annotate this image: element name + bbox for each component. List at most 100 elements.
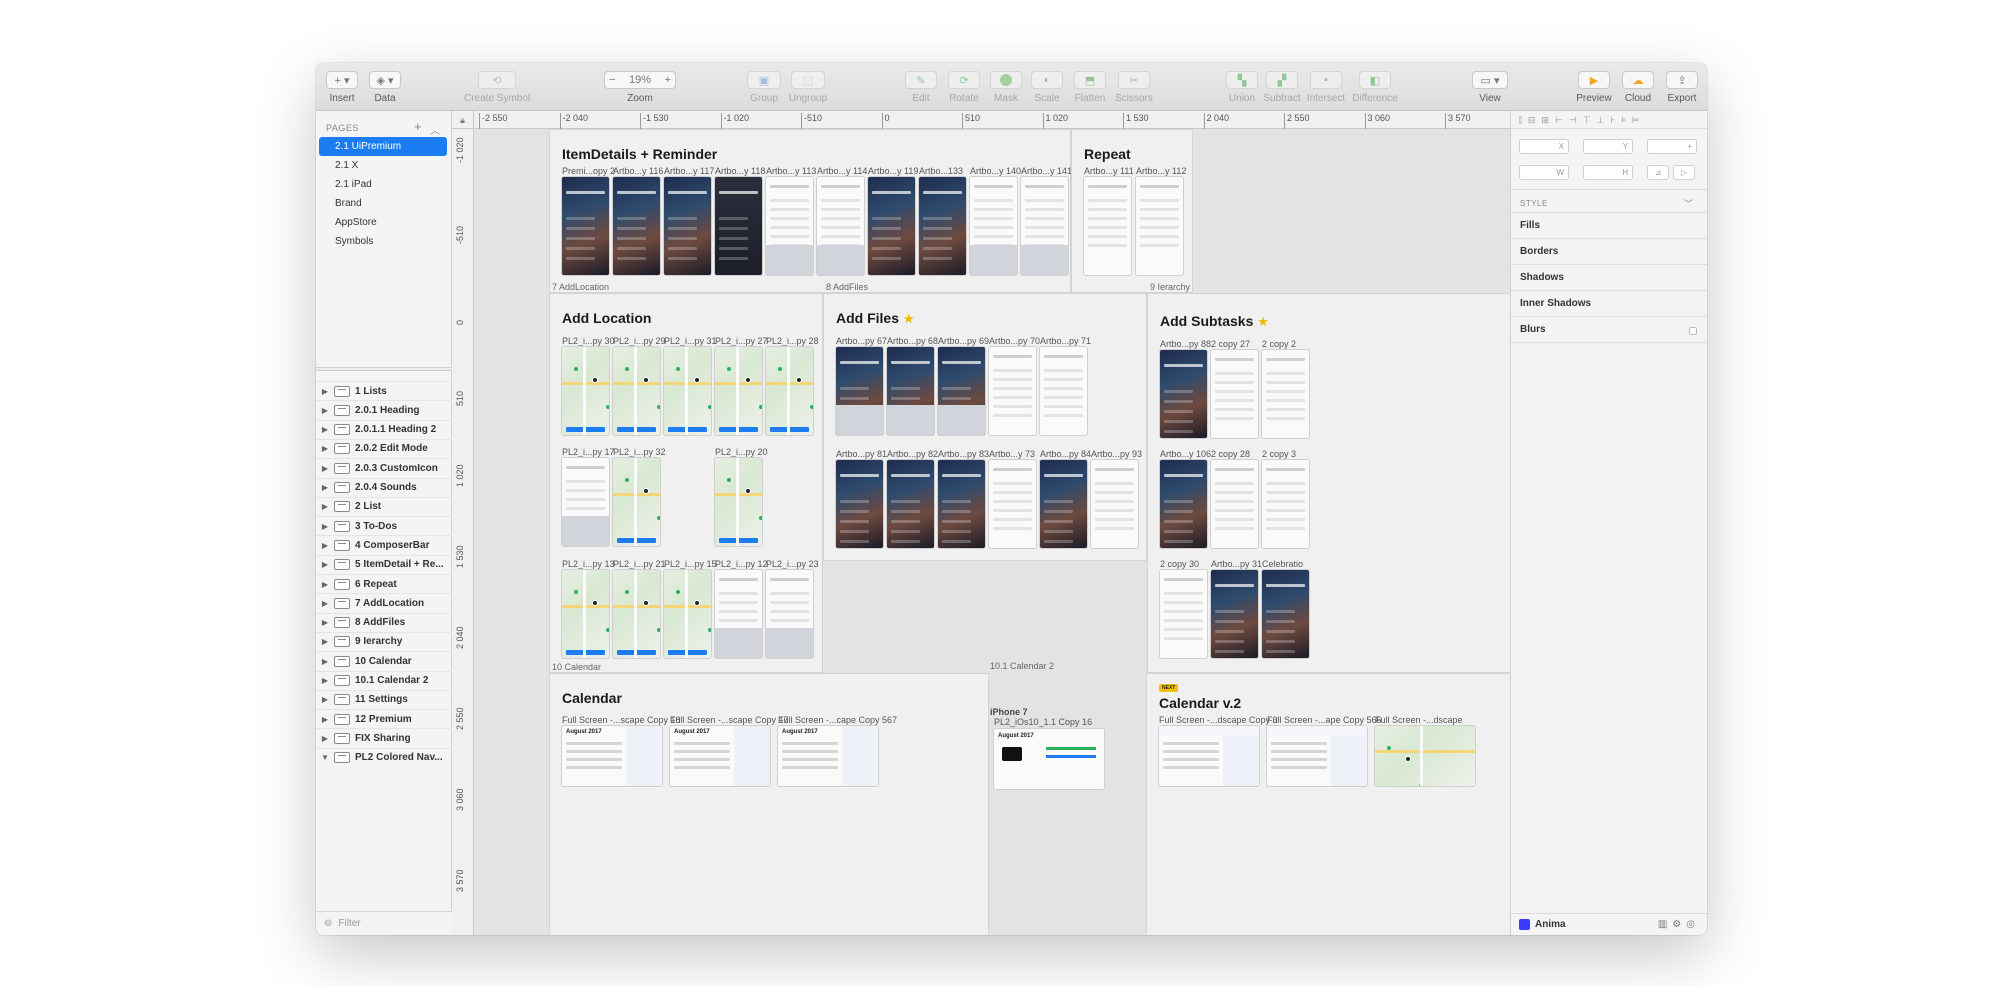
page-item-symbols[interactable]: Symbols (319, 232, 447, 251)
artboard-thumbnail[interactable] (1084, 177, 1131, 275)
zoom-tool[interactable]: − 19% + Zoom (602, 71, 678, 104)
artboard-thumbnail[interactable] (1159, 726, 1259, 786)
artboard-thumbnail[interactable] (715, 570, 762, 658)
ungroup-tool[interactable]: ⬚ Ungroup (786, 71, 830, 104)
layer-item[interactable]: ▶ 9 Ierarchy (316, 631, 452, 651)
disclosure-closed-icon[interactable]: ▶ (316, 425, 334, 434)
canvas[interactable]: ItemDetails + Reminder 7 AddLocation 8 A… (474, 129, 1510, 935)
disclosure-closed-icon[interactable]: ▶ (316, 502, 334, 511)
y-field[interactable]: Y (1583, 139, 1633, 154)
artboard-thumbnail[interactable] (887, 460, 934, 548)
board-calendar2[interactable]: NEXT Calendar v.2 Full Screen -...dscape… (1146, 673, 1510, 935)
board-addfiles[interactable]: Add Files ★ Artbo...py 67 Artbo...py 68 Ar… (823, 293, 1147, 561)
disclosure-open-icon[interactable]: ▼ (316, 753, 334, 762)
artboard-thumbnail[interactable] (562, 347, 609, 435)
filter-bar[interactable]: ⊜ Filter (316, 911, 452, 935)
horizontal-ruler[interactable]: -2 550 -2 040 -1 530 -1 020 -510 0 510 1 020 1 5… (474, 111, 1510, 129)
artboard-thumbnail[interactable] (715, 177, 762, 275)
artboard-thumbnail[interactable] (989, 347, 1036, 435)
intersect-tool[interactable]: ▪ Intersect (1304, 71, 1348, 104)
export-tool[interactable]: ⇪ Export (1662, 71, 1702, 104)
artboard-thumbnail[interactable] (1211, 570, 1258, 658)
artboard-thumbnail[interactable] (1040, 347, 1087, 435)
page-item-appstore[interactable]: AppStore (319, 213, 447, 232)
data-tool[interactable]: ◈ ▾ Data (367, 71, 403, 104)
disclosure-closed-icon[interactable]: ▶ (316, 406, 334, 415)
create-symbol-tool[interactable]: ⟲ Create Symbol (464, 71, 530, 104)
artboard-thumbnail[interactable] (1262, 460, 1309, 548)
artboard-thumbnail[interactable] (664, 570, 711, 658)
layer-item[interactable]: ▶ 7 AddLocation (316, 593, 452, 612)
blur-checkbox[interactable] (1689, 327, 1697, 335)
board-itemdetails[interactable]: ItemDetails + Reminder 7 AddLocation 8 A… (549, 129, 1072, 293)
artboard-thumbnail[interactable] (887, 347, 934, 435)
artboard-thumbnail[interactable] (1262, 570, 1309, 658)
view-tool[interactable]: ▭ ▾ View (1470, 71, 1510, 104)
height-field[interactable]: H (1583, 165, 1633, 180)
artboard-thumbnail[interactable] (664, 347, 711, 435)
layer-item[interactable]: ▶ 12 Premium (316, 709, 452, 728)
page-item-ipad[interactable]: 2.1 iPad (319, 175, 447, 194)
layer-item[interactable]: ▶ 11 Settings (316, 689, 452, 709)
rotation-field[interactable]: + (1647, 139, 1697, 154)
zoom-in-icon[interactable]: + (665, 74, 671, 86)
disclosure-closed-icon[interactable]: ▶ (316, 695, 334, 704)
artboard-thumbnail[interactable] (1211, 350, 1258, 438)
inner-shadows-section[interactable]: Inner Shadows (1511, 291, 1707, 317)
artboard-thumbnail[interactable] (868, 177, 915, 275)
page-item-brand[interactable]: Brand (319, 194, 447, 213)
artboard-thumbnail[interactable] (938, 460, 985, 548)
layer-item[interactable]: ▶ 6 Repeat (316, 574, 452, 593)
difference-tool[interactable]: ◧ Difference (1350, 71, 1400, 104)
layer-item[interactable]: ▶ 5 ItemDetail + Re... (316, 554, 452, 574)
group-tool[interactable]: ▣ Group (744, 71, 784, 104)
chevron-down-icon[interactable]: ﹀ (1684, 197, 1693, 210)
rotate-tool[interactable]: ⟳ Rotate (944, 71, 984, 104)
filter-input[interactable]: Filter (338, 918, 360, 929)
layer-item[interactable]: ▶ FIX Sharing (316, 728, 452, 747)
board-calendar[interactable]: Calendar Full Screen -...scape Copy 18 Au… (549, 673, 989, 935)
fills-section[interactable]: Fills (1511, 213, 1707, 239)
artboard-thumbnail[interactable] (1160, 350, 1207, 438)
disclosure-closed-icon[interactable]: ▶ (316, 522, 334, 531)
artboard-thumbnail[interactable] (836, 347, 883, 435)
artboard-thumbnail[interactable] (1136, 177, 1183, 275)
artboard-thumbnail[interactable] (715, 458, 762, 546)
layer-item[interactable]: ▶ 10.1 Calendar 2 (316, 670, 452, 690)
board-addlocation[interactable]: Add Location 10 Calendar PL2_i...py 30 PL… (549, 293, 823, 673)
disclosure-closed-icon[interactable]: ▶ (316, 464, 334, 473)
disclosure-closed-icon[interactable]: ▶ (316, 387, 334, 396)
artboard-thumbnail[interactable] (664, 177, 711, 275)
disclosure-closed-icon[interactable]: ▶ (316, 734, 334, 743)
artboard-thumbnail[interactable] (1211, 460, 1258, 548)
artboard-thumbnail[interactable] (1375, 726, 1475, 786)
layer-item[interactable]: ▶ 8 AddFiles (316, 612, 452, 632)
artboard-thumbnail[interactable] (766, 570, 813, 658)
layer-item[interactable]: ▶ 10 Calendar (316, 651, 452, 670)
artboard-thumbnail[interactable] (1040, 460, 1087, 548)
flip-horizontal-icon[interactable]: ⊿ (1647, 165, 1669, 180)
cloud-tool[interactable]: ☁ Cloud (1620, 71, 1656, 104)
preview-tool[interactable]: ▶ Preview (1574, 71, 1614, 104)
artboard-thumbnail[interactable] (715, 347, 762, 435)
artboard-thumbnail[interactable] (970, 177, 1017, 275)
artboard-thumbnail[interactable] (562, 570, 609, 658)
artboard-thumbnail[interactable] (613, 177, 660, 275)
disclosure-closed-icon[interactable]: ▶ (316, 560, 334, 569)
x-field[interactable]: X (1519, 139, 1569, 154)
layer-item[interactable]: ▶ 2 List (316, 496, 452, 516)
mask-tool[interactable]: Mask (988, 71, 1024, 104)
layer-item[interactable]: ▼ PL2 Colored Nav... (316, 747, 452, 767)
artboard-thumbnail[interactable] (989, 460, 1036, 548)
artboard-thumbnail[interactable] (836, 460, 883, 548)
disclosure-closed-icon[interactable]: ▶ (316, 483, 334, 492)
disclosure-closed-icon[interactable]: ▶ (316, 676, 334, 685)
width-field[interactable]: W (1519, 165, 1569, 180)
artboard-thumbnail[interactable] (1160, 570, 1207, 658)
artboard-thumbnail[interactable] (562, 177, 609, 275)
artboard-thumbnail[interactable] (562, 458, 609, 546)
scale-tool[interactable]: ◐ Scale (1029, 71, 1065, 104)
anima-plugin-bar[interactable]: Anima ▥⚙◎ (1511, 913, 1707, 935)
layer-item[interactable]: ▶ 2.0.4 Sounds (316, 477, 452, 497)
artboard-thumbnail[interactable] (817, 177, 864, 275)
